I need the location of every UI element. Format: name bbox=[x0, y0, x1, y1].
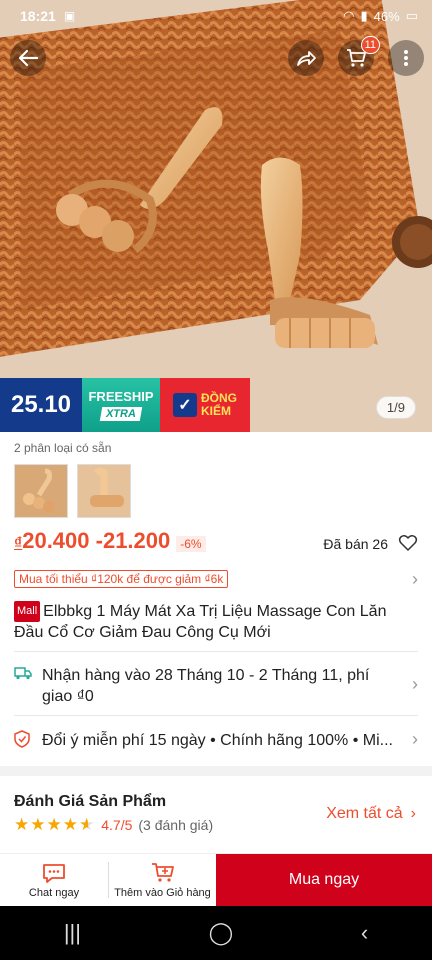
section-separator bbox=[0, 766, 432, 776]
rating-count: (3 đánh giá) bbox=[138, 817, 214, 833]
discount-badge: -6% bbox=[176, 536, 206, 552]
variant-image bbox=[15, 465, 67, 517]
price-range: ₫ 20.400 - 21.200 -6% bbox=[14, 528, 206, 554]
inspect-label-2: KIỂM bbox=[201, 404, 231, 418]
chat-icon bbox=[41, 861, 67, 887]
arrow-left-icon bbox=[18, 49, 39, 67]
price-range-start: 20.400 - bbox=[22, 528, 103, 553]
chevron-right-icon[interactable]: › bbox=[412, 674, 418, 695]
currency-symbol: ₫ bbox=[14, 535, 23, 552]
product-page: 18:21 ▣ ◠ ▮ 46% ▭ 11 25.10 FREESHIP XTRA… bbox=[0, 0, 432, 960]
star-icon: ★ bbox=[14, 815, 30, 834]
product-title-text: Elbbkg 1 Máy Mát Xa Trị Liệu Massage Con… bbox=[14, 603, 387, 641]
buy-now-button[interactable]: Mua ngay bbox=[216, 854, 432, 906]
bottom-action-bar: Chat ngay Thêm vào Giỏ hàng Mua ngay bbox=[0, 853, 432, 906]
guarantee-row[interactable]: Đổi ý miễn phí 15 ngày • Chính hãng 100%… bbox=[0, 730, 432, 753]
variant-thumbnail[interactable] bbox=[14, 464, 68, 518]
battery-icon: ▭ bbox=[405, 8, 418, 23]
share-icon bbox=[297, 51, 316, 66]
reviews-title: Đánh Giá Sản Phẩm bbox=[14, 793, 167, 810]
price-range-end: 21.200 bbox=[102, 528, 171, 553]
mall-badge: Mall bbox=[14, 601, 41, 622]
freeship-badge: FREESHIP XTRA bbox=[82, 378, 160, 432]
see-all-label: Xem tất cả bbox=[326, 805, 403, 822]
checkmark-icon: ✓ bbox=[173, 393, 197, 417]
freeship-label: FREESHIP bbox=[88, 389, 154, 404]
cart-button[interactable]: 11 bbox=[338, 36, 380, 76]
variants-label: 2 phân loại có sẵn bbox=[14, 441, 112, 455]
guarantee-text: Đổi ý miễn phí 15 ngày • Chính hãng 100%… bbox=[42, 732, 393, 749]
recent-apps-icon[interactable]: ||| bbox=[64, 920, 81, 946]
shipping-row[interactable]: Nhận hàng vào 28 Tháng 10 - 2 Tháng 11, … bbox=[0, 665, 432, 707]
min-order-voucher[interactable]: Mua tối thiểu ₫120k để được giảm ₫6k bbox=[14, 570, 229, 588]
add-cart-icon bbox=[150, 861, 176, 887]
wifi-icon: ◠ bbox=[343, 8, 355, 23]
freeship-xtra-label: XTRA bbox=[99, 407, 143, 421]
shipping-text: Nhận hàng vào 28 Tháng 10 - 2 Tháng 11, … bbox=[42, 667, 370, 705]
back-button[interactable] bbox=[10, 40, 46, 76]
system-nav-bar: ||| ◯ ‹ bbox=[0, 906, 432, 960]
product-title: Mall Elbbkg 1 Máy Mát Xa Trị Liệu Massage… bbox=[14, 601, 414, 643]
star-icon: ★ bbox=[62, 815, 78, 834]
inspect-badge: ✓ ĐỒNG KIỂM bbox=[160, 378, 250, 432]
buy-now-label: Mua ngay bbox=[288, 871, 360, 888]
chevron-right-icon[interactable]: › bbox=[412, 569, 418, 590]
chat-button[interactable]: Chat ngay bbox=[0, 854, 108, 906]
more-vertical-icon bbox=[404, 50, 408, 66]
status-time: 18:21 bbox=[20, 8, 56, 24]
image-counter: 1/9 bbox=[375, 396, 416, 419]
signal-icon: ▮ bbox=[360, 8, 368, 23]
heart-icon[interactable] bbox=[398, 533, 418, 553]
chat-label: Chat ngay bbox=[28, 887, 80, 899]
star-icon: ★ bbox=[46, 815, 62, 834]
share-button[interactable] bbox=[288, 40, 324, 76]
chevron-right-icon[interactable]: › bbox=[412, 729, 418, 750]
sale-date-badge: 25.10 bbox=[0, 378, 82, 432]
truck-icon bbox=[14, 665, 34, 686]
cart-count-badge: 11 bbox=[360, 36, 380, 54]
divider bbox=[14, 651, 418, 652]
rating-score: 4.7/5 bbox=[101, 817, 133, 833]
see-all-reviews-link[interactable]: Xem tất cả › bbox=[326, 805, 416, 823]
battery-percent: 46% bbox=[373, 8, 400, 24]
star-half-icon: ★ bbox=[79, 815, 95, 834]
add-to-cart-button[interactable]: Thêm vào Giỏ hàng bbox=[108, 861, 216, 899]
rating-stars: ★ ★ ★ ★ ★ 4.7/5 (3 đánh giá) bbox=[14, 815, 213, 835]
more-options-button[interactable] bbox=[388, 40, 424, 76]
divider bbox=[14, 715, 418, 716]
back-nav-icon[interactable]: ‹ bbox=[361, 920, 368, 946]
star-icon: ★ bbox=[30, 815, 46, 834]
home-icon[interactable]: ◯ bbox=[209, 920, 234, 946]
add-cart-label: Thêm vào Giỏ hàng bbox=[114, 887, 211, 899]
variant-image bbox=[78, 465, 130, 517]
sold-count: Đã bán 26 bbox=[323, 536, 388, 552]
status-bar: 18:21 ▣ ◠ ▮ 46% ▭ bbox=[0, 0, 432, 32]
chevron-right-icon: › bbox=[410, 805, 416, 822]
promo-strip: 25.10 FREESHIP XTRA ✓ ĐỒNG KIỂM bbox=[0, 378, 250, 432]
shield-check-icon bbox=[14, 730, 34, 753]
gallery-notification-icon: ▣ bbox=[63, 9, 76, 23]
inspect-label-1: ĐỒNG bbox=[201, 391, 237, 405]
variant-thumbnail[interactable] bbox=[77, 464, 131, 518]
